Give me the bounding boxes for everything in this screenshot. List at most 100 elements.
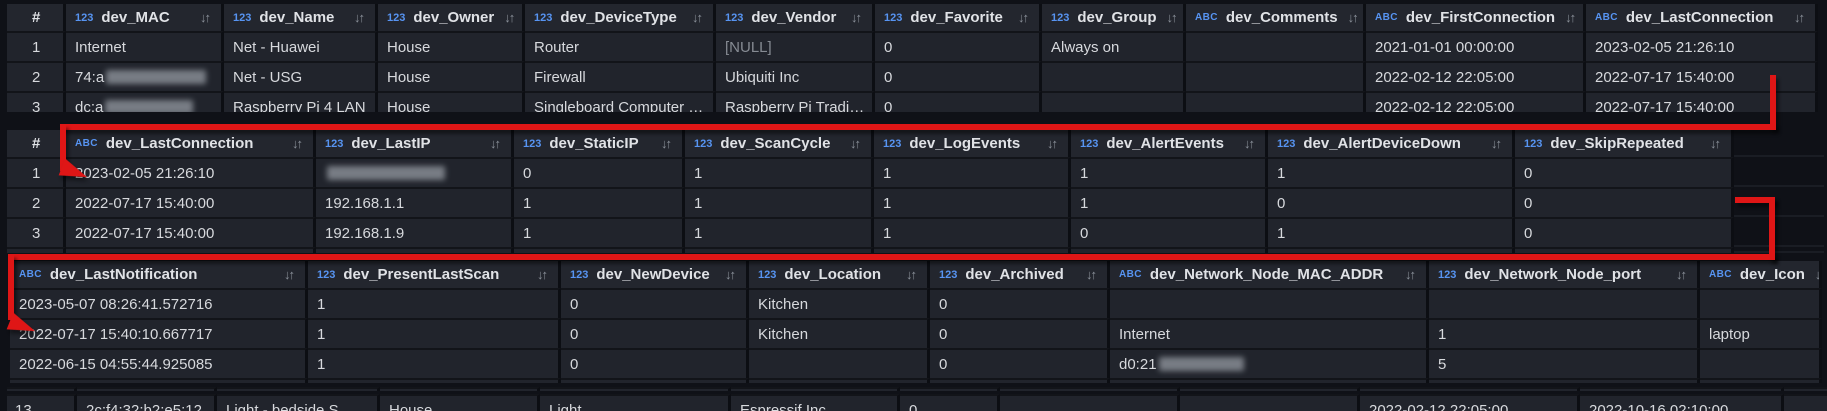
- sort-icon[interactable]: ↓↑: [715, 267, 734, 282]
- column-header-dev_LastIP[interactable]: 123dev_LastIP↓↑: [316, 130, 514, 157]
- cell-dev_SkipRepeated: 0: [1515, 187, 1734, 217]
- column-header-dev_Group[interactable]: 123dev_Group↓↑: [1042, 4, 1186, 31]
- text-type-icon: ABC: [1119, 269, 1142, 280]
- column-label: dev_NewDevice: [596, 266, 709, 283]
- cell-dev_LastConnection: 2022-07-17 15:40:00: [1586, 61, 1818, 91]
- column-header-dev_AlertEvents[interactable]: 123dev_AlertEvents↓↑: [1071, 130, 1268, 157]
- sort-icon[interactable]: ↓↑: [1700, 136, 1719, 151]
- column-label: dev_Name: [259, 9, 334, 26]
- column-header-dev_Archived[interactable]: 123dev_Archived↓↑: [930, 261, 1110, 288]
- column-header-dev_DeviceType[interactable]: 123dev_DeviceType↓↑: [525, 4, 716, 31]
- cell-dev_LastNotification: 2022-07-17 15:40:10.667717: [10, 318, 308, 348]
- cell-value: Kitchen: [758, 296, 808, 313]
- empty-cell: [217, 387, 380, 391]
- sort-icon[interactable]: ↓↑: [896, 267, 915, 282]
- empty-cell: [1734, 247, 1824, 253]
- sort-icon[interactable]: ↓↑: [480, 136, 499, 151]
- wrap-arrow-1-segment: [60, 124, 1776, 130]
- column-header-dev_LogEvents[interactable]: 123dev_LogEvents↓↑: [874, 130, 1071, 157]
- sort-icon[interactable]: ↓↑: [1784, 10, 1803, 25]
- column-header-dev_LastConnection[interactable]: ABC dev_LastConnection ↓↑: [66, 130, 316, 157]
- column-header-#[interactable]: #: [7, 4, 66, 31]
- column-header-dev_Network_Node_MAC_ADDR[interactable]: ABCdev_Network_Node_MAC_ADDR↓↑: [1110, 261, 1429, 288]
- cell-dev_Favorite: 0: [875, 31, 1042, 61]
- sort-icon[interactable]: ↓↑: [841, 10, 860, 25]
- cell-dev_Network_Node_port: 5: [1429, 348, 1700, 378]
- column-header-dev_NewDevice[interactable]: 123dev_NewDevice↓↑: [561, 261, 749, 288]
- sort-icon[interactable]: ↓↑: [527, 267, 546, 282]
- sort-icon[interactable]: ↓↑: [282, 136, 301, 151]
- sort-icon[interactable]: ↓↑: [840, 136, 859, 151]
- column-header-dev_Location[interactable]: 123dev_Location↓↑: [749, 261, 930, 288]
- empty-cell: [1180, 387, 1360, 391]
- text-type-icon: ABC: [75, 138, 98, 149]
- cell-value: 0: [939, 326, 947, 343]
- cell-value: 0: [939, 356, 947, 373]
- number-type-icon: 123: [694, 138, 712, 150]
- column-label: dev_FirstConnection: [1406, 9, 1555, 26]
- cell-value: 0: [570, 356, 578, 373]
- column-header-#[interactable]: #: [7, 130, 66, 157]
- cell-value: 2022-02-12 22:05:00: [1375, 69, 1514, 86]
- column-header-dev_ScanCycle[interactable]: 123dev_ScanCycle↓↑: [685, 130, 874, 157]
- column-header-dev_Comments[interactable]: ABCdev_Comments↓↑: [1186, 4, 1366, 31]
- sort-icon[interactable]: ↓↑: [274, 267, 293, 282]
- column-header-dev_MAC[interactable]: 123dev_MAC↓↑: [66, 4, 224, 31]
- number-type-icon: 123: [883, 138, 901, 150]
- sort-icon[interactable]: ↓↑: [651, 136, 670, 151]
- sort-icon[interactable]: ↓↑: [494, 10, 513, 25]
- sort-icon[interactable]: ↓↑: [1481, 136, 1500, 151]
- cell-dev_DeviceType: Singleboard Computer …: [525, 91, 716, 112]
- cell-value: 2022-02-12 22:05:00: [1369, 402, 1508, 411]
- cell-dev_Location: Kitchen: [749, 318, 930, 348]
- empty-cell: [874, 247, 1071, 253]
- column-label: dev_LastConnection: [106, 135, 254, 152]
- cell-value: 3: [32, 225, 40, 242]
- column-header-dev_Favorite[interactable]: 123dev_Favorite↓↑: [875, 4, 1042, 31]
- cell-#: 3: [7, 91, 66, 112]
- sort-icon[interactable]: ↓↑: [1666, 267, 1685, 282]
- column-header-dev_LastNotification[interactable]: ABCdev_LastNotification↓↑: [10, 261, 308, 288]
- wrap-arrow-1-segment: [1770, 75, 1776, 128]
- column-header-dev_StaticIP[interactable]: 123dev_StaticIP↓↑: [514, 130, 685, 157]
- cell-value: 2022-07-17 15:40:00: [1595, 99, 1734, 113]
- sort-icon[interactable]: ↓↑: [344, 10, 363, 25]
- column-header-dev_AlertDeviceDown[interactable]: 123dev_AlertDeviceDown↓↑: [1268, 130, 1515, 157]
- cell-dev_Network_Node_port: [1429, 288, 1700, 318]
- sort-icon[interactable]: ↓↑: [1234, 136, 1253, 151]
- sort-icon[interactable]: ↓↑: [1555, 10, 1574, 25]
- sort-icon[interactable]: ↓↑: [1805, 267, 1822, 282]
- redacted-blur: [1159, 357, 1244, 371]
- sort-icon[interactable]: ↓↑: [1076, 267, 1095, 282]
- sort-icon[interactable]: ↓↑: [1157, 10, 1176, 25]
- sort-icon[interactable]: ↓↑: [1008, 10, 1027, 25]
- column-header-dev_Vendor[interactable]: 123dev_Vendor↓↑: [716, 4, 875, 31]
- sort-icon[interactable]: ↓↑: [1338, 10, 1357, 25]
- cell-dev_Favorite: 0: [875, 61, 1042, 91]
- table-row: 2022-07-17 15:40:10.66771710Kitchen0Inte…: [10, 318, 1822, 348]
- column-header-dev_Owner[interactable]: 123dev_Owner↓↑: [378, 4, 525, 31]
- empty-cell: [749, 378, 930, 383]
- number-type-icon: 123: [884, 12, 902, 24]
- sort-icon[interactable]: ↓↑: [1037, 136, 1056, 151]
- sort-icon[interactable]: ↓↑: [190, 10, 209, 25]
- cell-dev_Owner: House: [378, 31, 525, 61]
- column-header-dev_FirstConnection[interactable]: ABCdev_FirstConnection↓↑: [1366, 4, 1586, 31]
- sort-icon[interactable]: ↓↑: [1395, 267, 1414, 282]
- column-label: dev_Network_Node_port: [1464, 266, 1641, 283]
- column-header-dev_Name[interactable]: 123dev_Name↓↑: [224, 4, 378, 31]
- text-type-icon: ABC: [1709, 269, 1732, 280]
- cell-value: 0: [1080, 225, 1088, 242]
- cell-dev_Vendor: Ubiquiti Inc: [716, 61, 875, 91]
- column-header-dev_Icon[interactable]: ABCdev_Icon↓↑: [1700, 261, 1822, 288]
- column-header-dev_PresentLastScan[interactable]: 123dev_PresentLastScan↓↑: [308, 261, 561, 288]
- column-header-dev_LastConnection[interactable]: ABCdev_LastConnection↓↑: [1586, 4, 1818, 31]
- column-header-dev_SkipRepeated[interactable]: 123dev_SkipRepeated↓↑: [1515, 130, 1734, 157]
- sort-icon[interactable]: ↓↑: [682, 10, 701, 25]
- column-label: dev_MAC: [101, 9, 169, 26]
- cell-dev_Group: [1000, 394, 1180, 411]
- cell-dev_LastIP: [316, 157, 514, 187]
- table-row: 2023-05-07 08:26:41.57271610Kitchen0: [10, 288, 1822, 318]
- column-header-dev_Network_Node_port[interactable]: 123dev_Network_Node_port↓↑: [1429, 261, 1700, 288]
- column-label: dev_Archived: [965, 266, 1063, 283]
